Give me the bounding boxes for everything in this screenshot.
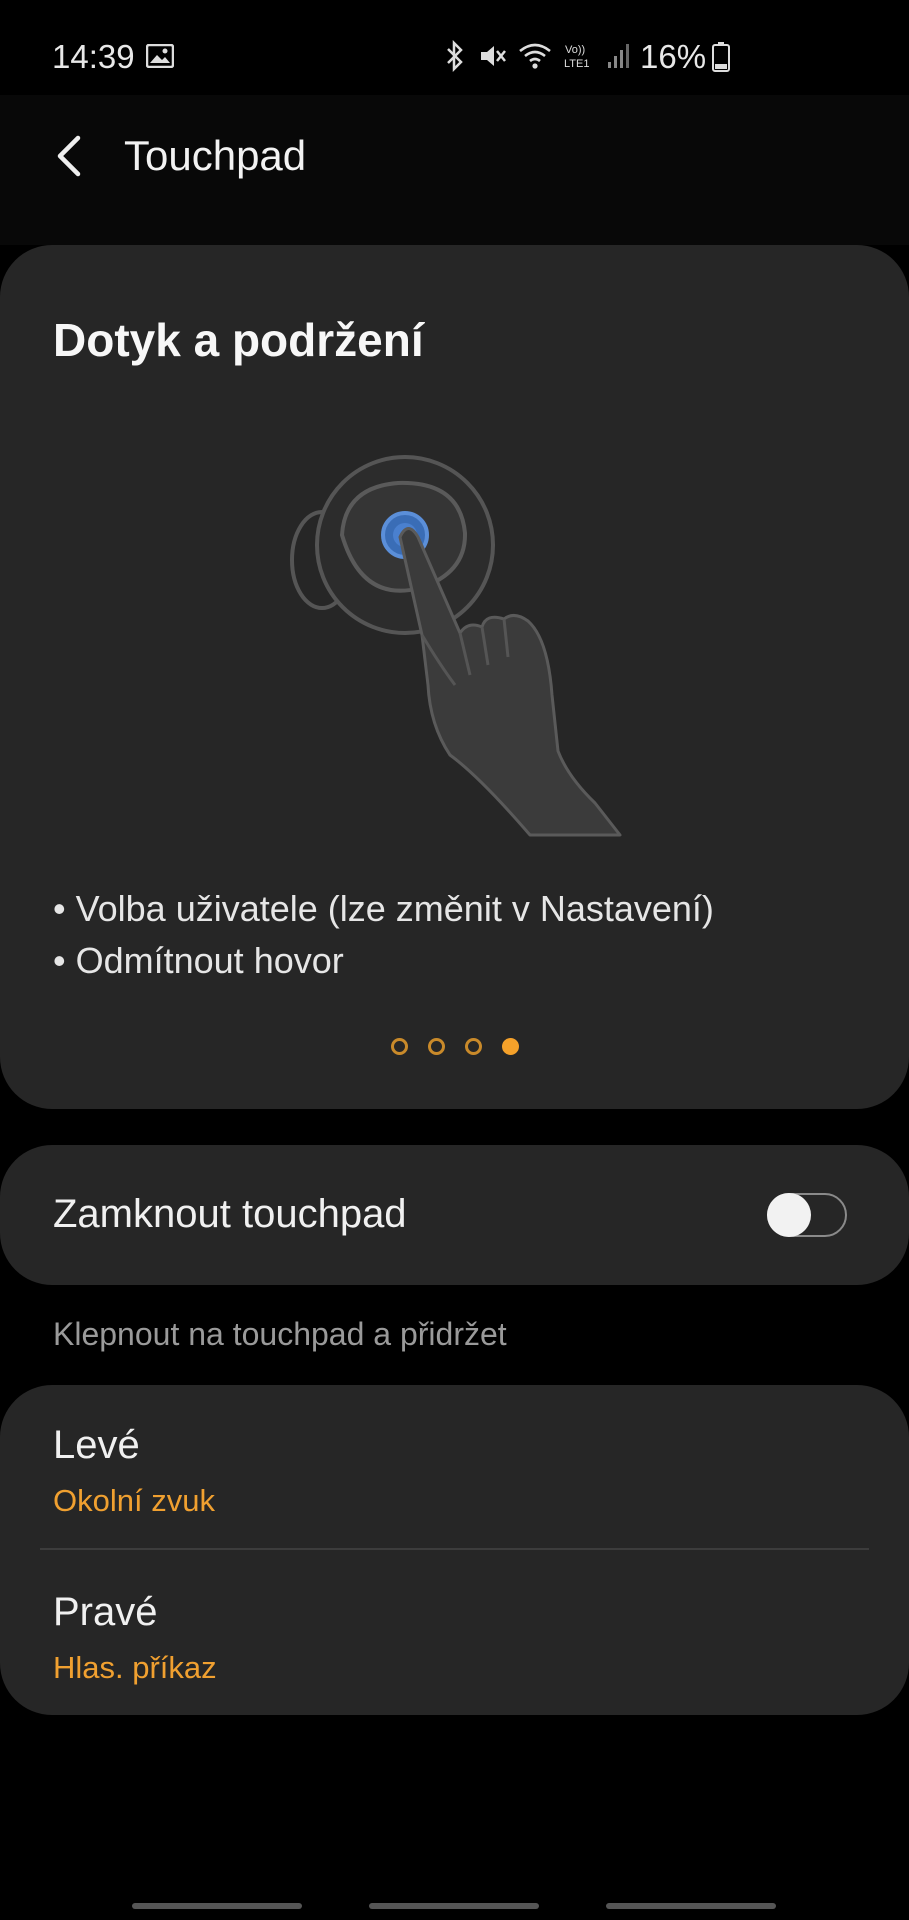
- lock-touchpad-row[interactable]: Zamknout touchpad: [0, 1145, 909, 1285]
- back-arrow-icon: [57, 135, 81, 177]
- status-bar: 14:39 Vo)) LTE1 16%: [0, 0, 909, 95]
- feature-list: • Volba uživatele (lze změnit v Nastaven…: [53, 883, 714, 987]
- divider: [40, 1548, 869, 1550]
- left-earbud-setting[interactable]: Levé Okolní zvuk: [0, 1385, 909, 1545]
- tutorial-card[interactable]: Dotyk a podržení • Volba uživatele (lze …: [0, 245, 909, 1109]
- left-earbud-value: Okolní zvuk: [53, 1483, 215, 1518]
- tutorial-title: Dotyk a podržení: [53, 314, 424, 366]
- right-earbud-value: Hlas. příkaz: [53, 1650, 217, 1685]
- wifi-icon: [518, 41, 552, 76]
- lock-touchpad-label: Zamknout touchpad: [53, 1192, 407, 1236]
- feature-item: • Volba uživatele (lze změnit v Nastaven…: [53, 888, 714, 929]
- signal-icon: [606, 42, 632, 75]
- back-button[interactable]: [44, 126, 94, 186]
- section-label: Klepnout na touchpad a přidržet: [53, 1316, 507, 1352]
- page-title: Touchpad: [124, 132, 307, 179]
- navigation-bar: [0, 1880, 909, 1920]
- feature-item: • Odmítnout hovor: [53, 940, 344, 981]
- right-earbud-setting[interactable]: Pravé Hlas. příkaz: [0, 1552, 909, 1712]
- page-dot-3[interactable]: [465, 1038, 482, 1055]
- svg-text:LTE1: LTE1: [564, 58, 589, 70]
- mute-icon: [478, 41, 508, 76]
- status-time: 14:39: [52, 38, 135, 75]
- recents-button[interactable]: [132, 1903, 302, 1909]
- page-dot-4-active[interactable]: [502, 1038, 519, 1055]
- page-dot-2[interactable]: [428, 1038, 445, 1055]
- page-dot-1[interactable]: [391, 1038, 408, 1055]
- page-indicator: [391, 1038, 519, 1055]
- toggle-knob: [767, 1193, 811, 1237]
- gallery-icon: [145, 43, 175, 73]
- touch-hold-settings-card: Levé Okolní zvuk Pravé Hlas. příkaz: [0, 1385, 909, 1715]
- volte-icon: Vo)) LTE1: [562, 41, 596, 76]
- home-button[interactable]: [369, 1903, 539, 1909]
- touch-and-hold-illustration: [290, 425, 660, 850]
- battery-icon: [712, 42, 730, 77]
- battery-percent: 16%: [640, 38, 707, 75]
- svg-text:Vo)): Vo)): [565, 44, 585, 56]
- left-earbud-title: Levé: [53, 1423, 140, 1467]
- right-earbud-title: Pravé: [53, 1590, 158, 1634]
- back-nav-button[interactable]: [606, 1903, 776, 1909]
- bluetooth-icon: [442, 39, 468, 77]
- lock-touchpad-toggle[interactable]: [767, 1193, 847, 1237]
